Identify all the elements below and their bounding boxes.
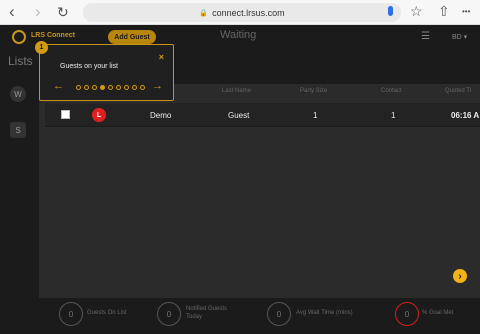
status-icon: L [92, 108, 106, 122]
sidebar-title: Lists [8, 54, 33, 68]
reload-button[interactable]: ↻ [57, 3, 69, 21]
brand-name: LRS Connect [31, 32, 75, 39]
share-icon[interactable]: ⇧ [438, 3, 450, 20]
more-icon[interactable]: ••• [462, 7, 470, 16]
pagination-dot[interactable] [124, 85, 129, 90]
browser-toolbar: ‹ › ↻ 🔒 connect.lrsus.com ☆ ⇧ ••• [0, 0, 480, 25]
table-row[interactable]: L Demo Guest 1 1 06:16 A [45, 103, 480, 127]
guests-on-list-label: Guests On List [87, 310, 127, 316]
last-name-cell: Guest [228, 111, 250, 120]
avg-wait-time-count: 0 [267, 302, 291, 326]
pagination-dot[interactable] [76, 85, 81, 90]
notified-guests-count: 0 [157, 302, 181, 326]
party-size-cell: 1 [313, 111, 318, 120]
microphone-icon[interactable] [388, 6, 393, 16]
popover-title: Guests on your list [60, 63, 118, 70]
goal-met-count: 0 [395, 302, 419, 326]
avg-wait-time-label: Avg Wait Time (mins) [296, 310, 353, 316]
guests-on-list-count: 0 [59, 302, 83, 326]
bookmark-icon[interactable]: ☆ [410, 3, 423, 20]
add-guest-button[interactable]: Add Guest [108, 30, 156, 44]
header-party-size[interactable]: Party Size [300, 88, 327, 94]
pagination-dot[interactable] [140, 85, 145, 90]
step-badge: 1 [35, 41, 48, 54]
quoted-time-cell: 06:16 A [451, 111, 480, 120]
forward-button[interactable]: › [35, 3, 41, 21]
pagination-dot[interactable] [116, 85, 121, 90]
user-menu[interactable]: BD ▾ [452, 33, 467, 41]
row-checkbox[interactable] [61, 110, 70, 119]
header-quoted-time[interactable]: Quoted Ti [445, 88, 471, 94]
back-button[interactable]: ‹ [9, 3, 15, 21]
page-title: Waiting [220, 29, 257, 41]
notified-guests-label: Notified Guests Today [186, 306, 228, 320]
header-contact[interactable]: Contact [381, 88, 402, 94]
pagination-dot[interactable] [132, 85, 137, 90]
address-bar[interactable]: 🔒 connect.lrsus.com [83, 3, 401, 22]
pagination-dot[interactable] [108, 85, 113, 90]
pagination-dots [76, 85, 145, 91]
pagination-dot[interactable] [100, 85, 105, 90]
sidebar-item-waiting[interactable]: W [10, 86, 26, 102]
goal-met-label: % Goal Met [422, 310, 454, 316]
pagination-dot[interactable] [84, 85, 89, 90]
close-icon[interactable]: × [159, 52, 164, 62]
lrs-logo-icon [12, 30, 26, 44]
onboarding-popover: 1 × Guests on your list ← → [35, 41, 174, 101]
url-text: connect.lrsus.com [212, 7, 285, 18]
prev-arrow-icon[interactable]: ← [53, 81, 64, 92]
first-name-cell: Demo [150, 111, 172, 120]
sidebar-item-seated[interactable]: S [10, 122, 26, 138]
scroll-arrow-button[interactable]: › [453, 269, 467, 283]
next-arrow-icon[interactable]: → [152, 81, 163, 92]
lock-icon: 🔒 [199, 9, 209, 17]
header-last-name[interactable]: Last Name [222, 88, 251, 94]
contact-cell: 1 [391, 111, 396, 120]
stats-bar: 0 Guests On List 0 Notified Guests Today… [0, 298, 480, 334]
menu-icon[interactable]: ☰ [421, 31, 430, 42]
pagination-dot[interactable] [92, 85, 97, 90]
